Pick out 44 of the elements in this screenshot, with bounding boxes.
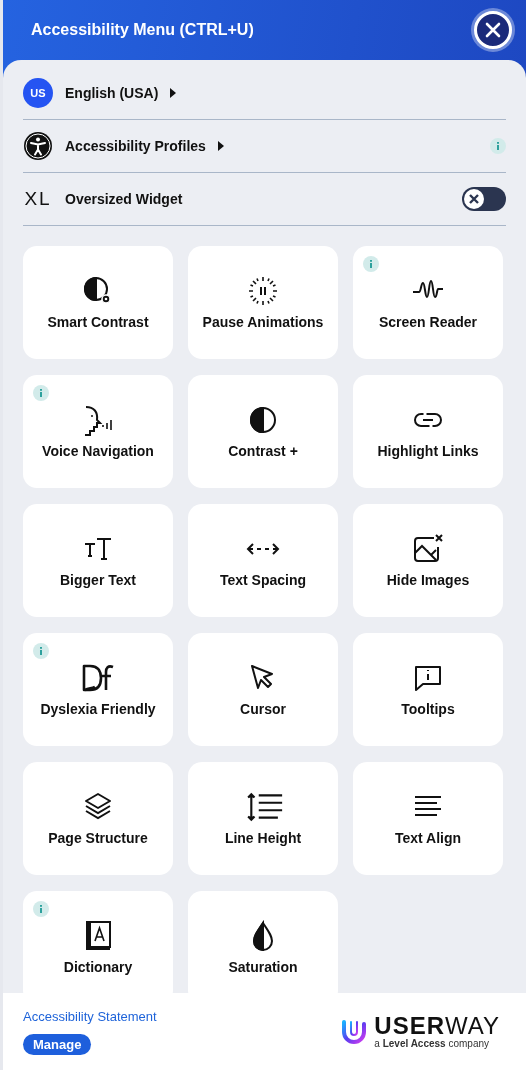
speaking-head-icon [82,404,114,436]
size-label: XL [23,188,53,210]
df-letters-icon [81,663,115,693]
pause-icon [247,275,279,307]
logo-icon [340,1017,369,1046]
feature-tile[interactable]: Pause Animations [188,246,338,359]
info-icon[interactable] [490,138,506,154]
feature-tile[interactable]: Dictionary [23,891,173,993]
info-icon[interactable] [33,901,49,917]
feature-tile[interactable]: Screen Reader [353,246,503,359]
feature-tile[interactable]: Line Height [188,762,338,875]
x-icon [469,194,479,204]
statement-link[interactable]: Accessibility Statement [23,1008,157,1024]
language-selector[interactable]: English (USA) [65,85,177,101]
info-icon[interactable] [363,256,379,272]
feature-tile[interactable]: Contrast + [188,375,338,488]
feature-tile[interactable]: Bigger Text [23,504,173,617]
close-icon [485,22,501,38]
language-badge: US [23,78,53,108]
feature-tile[interactable]: Dyslexia Friendly [23,633,173,746]
menu-title: Accessibility Menu (CTRL+U) [31,21,254,39]
feature-tile[interactable]: Highlight Links [353,375,503,488]
feature-tile[interactable]: Voice Navigation [23,375,173,488]
feature-tile[interactable]: Hide Images [353,504,503,617]
feature-tile[interactable]: Tooltips [353,633,503,746]
caret-icon [217,141,224,151]
accessibility-person-icon [23,131,53,161]
feature-tile[interactable]: Smart Contrast [23,246,173,359]
feature-tile[interactable]: Saturation [188,891,338,993]
profiles-menu-item[interactable]: Accessibility Profiles [65,138,224,154]
feature-tile[interactable]: Text Align [353,762,503,875]
info-icon[interactable] [33,643,49,659]
feature-tile[interactable]: Text Spacing [188,504,338,617]
contrast-icon [247,404,279,436]
brand-name: USERWAY [374,1014,500,1038]
close-button[interactable] [474,11,512,49]
setting-label: Oversized Widget [65,191,183,207]
feature-tile[interactable]: Cursor [188,633,338,746]
manage-button[interactable]: Manage [23,1033,92,1055]
feature-tile[interactable]: Page Structure [23,762,173,875]
caret-icon [170,88,177,98]
info-icon[interactable] [33,385,49,401]
toggle-switch[interactable] [462,187,506,211]
brand-tagline: a Level Access company [374,1038,490,1049]
